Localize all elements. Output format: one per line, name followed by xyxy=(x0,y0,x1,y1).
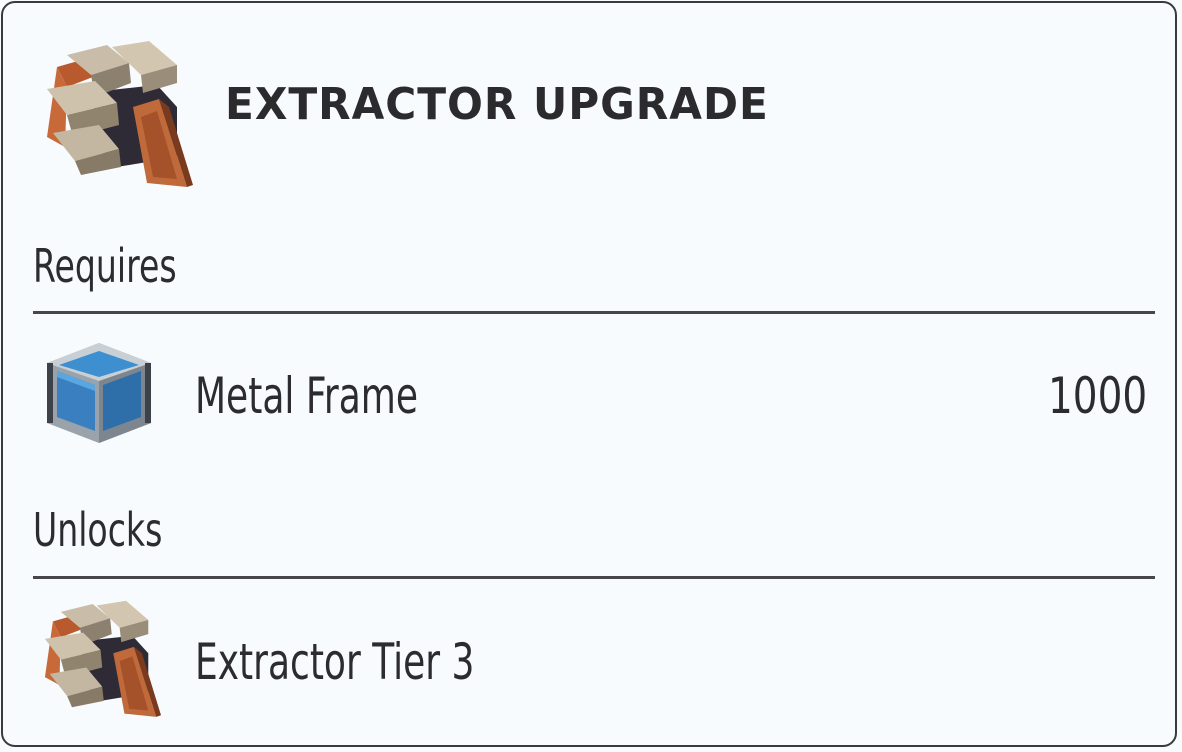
requires-heading: Requires xyxy=(33,239,177,293)
requirement-name: Metal Frame xyxy=(195,367,418,425)
unlocks-divider xyxy=(33,576,1155,579)
requires-divider xyxy=(33,311,1155,314)
upgrade-panel: EXTRACTOR UPGRADE Requires Metal Frame 1… xyxy=(1,1,1177,747)
extractor-icon xyxy=(44,600,161,717)
panel-title: EXTRACTOR UPGRADE xyxy=(225,79,769,130)
extractor-icon xyxy=(47,41,193,187)
requirement-quantity: 1000 xyxy=(1047,367,1147,425)
unlocks-heading: Unlocks xyxy=(33,503,163,557)
unlock-name: Extractor Tier 3 xyxy=(195,633,475,691)
metal-frame-icon xyxy=(47,343,151,443)
